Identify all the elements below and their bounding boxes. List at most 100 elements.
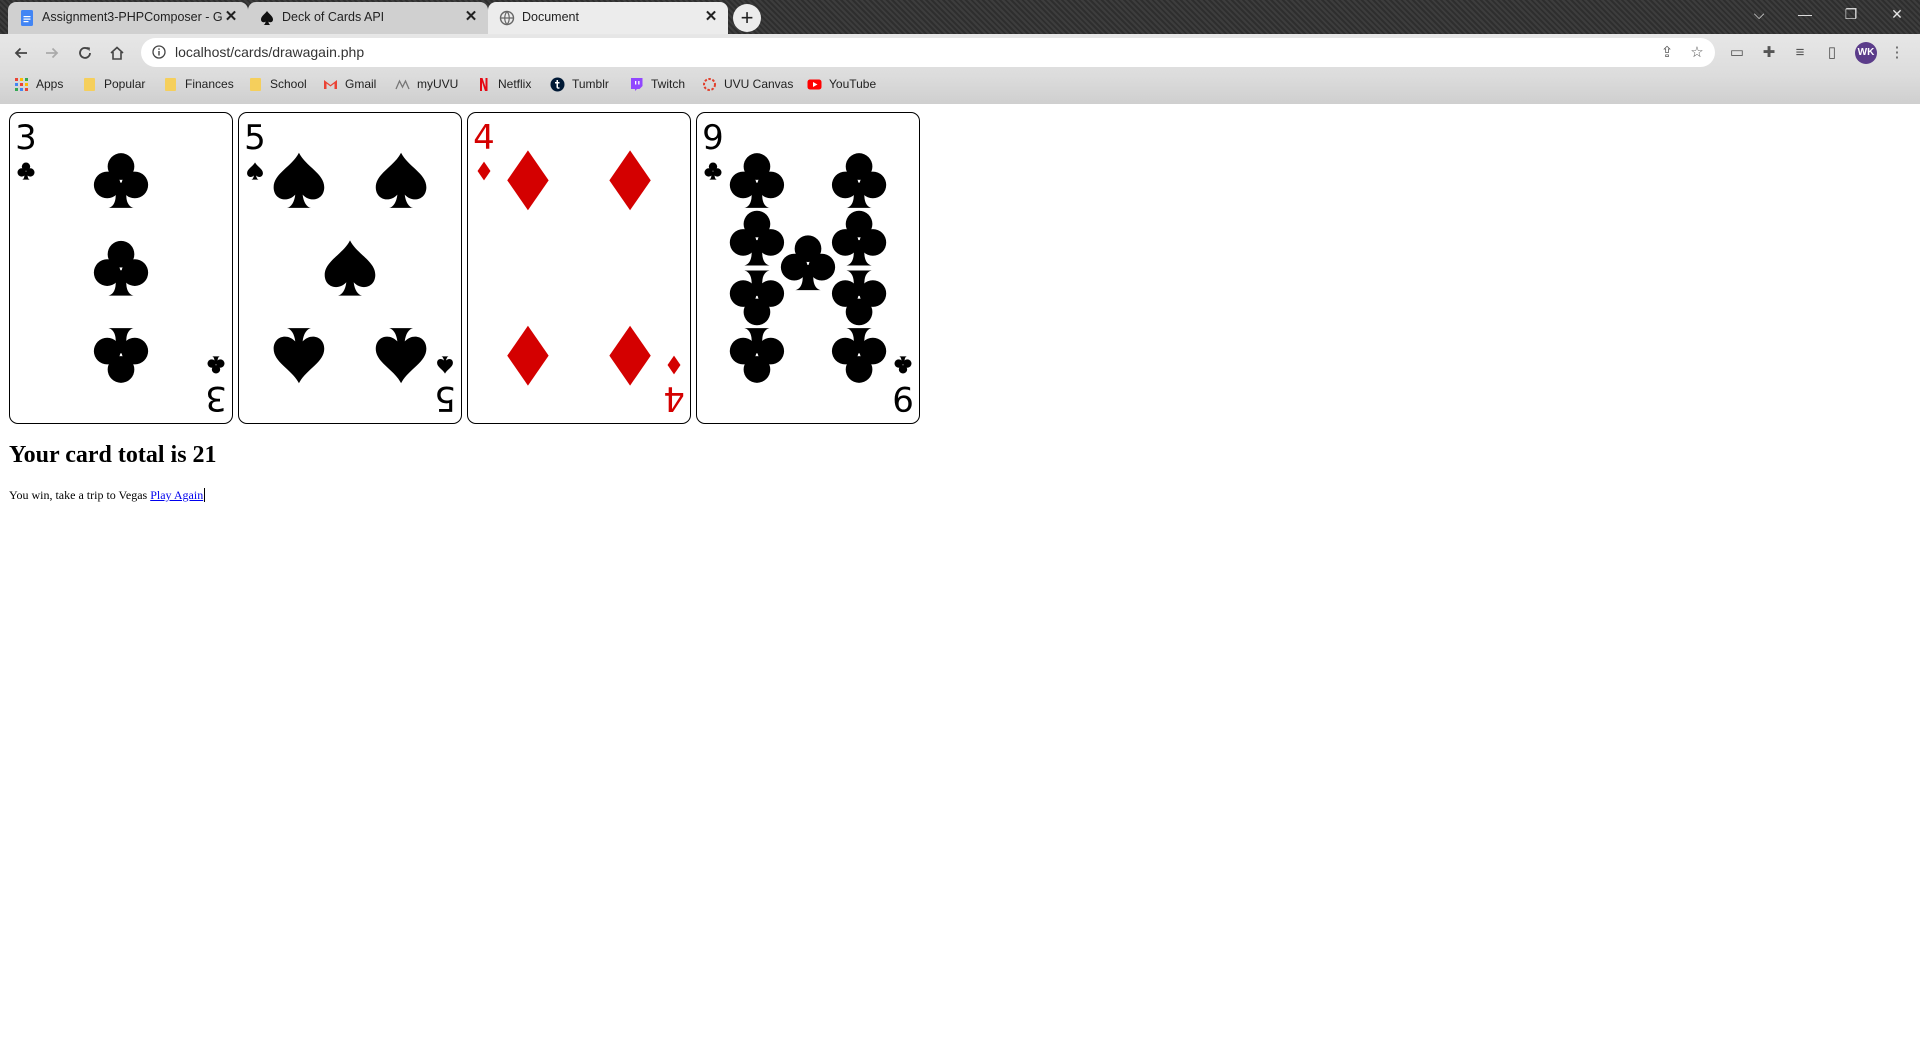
extensions-icon[interactable]: ✚ — [1759, 43, 1779, 63]
card-rank: 5 — [244, 118, 266, 158]
clubs-card-face: 33 — [15, 118, 227, 418]
tab-assignment3[interactable]: Assignment3-PHPComposer - Go ✕ — [8, 2, 248, 34]
restore-button[interactable]: ❐ — [1828, 0, 1874, 30]
netflix-icon — [480, 77, 488, 91]
url-text[interactable]: localhost/cards/drawagain.php — [175, 44, 364, 60]
folder-icon — [84, 77, 95, 91]
close-window-button[interactable]: ✕ — [1874, 0, 1920, 30]
forward-arrow-icon — [46, 47, 59, 59]
bookmark-folder-school[interactable]: School — [248, 74, 307, 94]
share-icon[interactable]: ⇪ — [1658, 44, 1676, 62]
play-again-link[interactable]: Play Again — [150, 488, 206, 502]
tab-document[interactable]: Document ✕ — [488, 2, 728, 34]
tab-deck-of-cards[interactable]: Deck of Cards API ✕ — [248, 2, 488, 34]
playing-card: 99 — [696, 112, 920, 424]
reload-button[interactable] — [72, 40, 98, 66]
clubs-pip — [729, 153, 785, 208]
clubs-pip — [831, 210, 887, 266]
new-tab-button[interactable]: + — [733, 4, 761, 32]
card-total-heading: Your card total is 21 — [9, 442, 217, 468]
win-message-text: You win, take a trip to Vegas — [9, 488, 148, 502]
canvas-icon — [703, 77, 716, 91]
back-button[interactable] — [8, 40, 34, 66]
bookmark-uvu-canvas[interactable]: UVU Canvas — [702, 74, 793, 94]
spades-pip — [375, 328, 427, 384]
bookmark-label: myUVU — [417, 77, 459, 91]
minimize-button[interactable]: — — [1782, 0, 1828, 30]
bookmark-label: UVU Canvas — [724, 77, 794, 91]
card-corner-top: 4 — [473, 118, 495, 181]
cast-icon[interactable]: ▭ — [1727, 43, 1747, 63]
diamonds-card-face: 44 — [473, 118, 685, 418]
card-corner-top: 5 — [244, 118, 266, 180]
clubs-pip — [729, 210, 785, 266]
card-rank: 9 — [892, 378, 914, 418]
clubs-pip — [831, 270, 887, 326]
tumblr-icon — [550, 77, 565, 91]
tab-search-button[interactable]: ⌵ — [1736, 0, 1782, 30]
spades-pip — [324, 240, 376, 296]
folder-icon — [250, 77, 261, 91]
info-icon[interactable] — [152, 45, 166, 59]
bookmark-label: YouTube — [829, 77, 877, 91]
bookmark-label: School — [270, 77, 307, 91]
home-button[interactable] — [104, 40, 130, 66]
bookmark-folder-popular[interactable]: Popular — [82, 74, 145, 94]
side-panel-icon[interactable]: ▯ — [1822, 43, 1842, 63]
clubs-pip — [831, 328, 887, 383]
bookmark-star-icon[interactable]: ☆ — [1688, 44, 1706, 62]
bookmark-gmail[interactable]: Gmail — [323, 74, 376, 94]
clubs-pip — [93, 153, 149, 208]
bookmark-netflix[interactable]: Netflix — [476, 74, 531, 94]
diamonds-pip — [507, 150, 549, 211]
card-rank: 3 — [15, 118, 37, 158]
tab-title: Document — [522, 10, 579, 24]
diamonds-icon — [477, 161, 491, 181]
browser-toolbar: localhost/cards/drawagain.php ⇪ ☆ ▭ ✚ ≡ … — [0, 34, 1920, 104]
spade-icon — [261, 11, 273, 25]
bookmark-apps[interactable]: Apps — [14, 74, 63, 94]
forward-button[interactable] — [39, 40, 65, 66]
spades-icon — [247, 162, 263, 180]
card-corner-top: 3 — [15, 118, 37, 180]
bookmark-myuvu[interactable]: myUVU — [395, 74, 458, 94]
spades-icon — [437, 356, 453, 374]
clubs-icon — [17, 162, 35, 180]
card-corner-top: 9 — [702, 118, 724, 180]
myuvu-icon — [395, 78, 410, 89]
bookmark-label: Netflix — [498, 77, 532, 91]
address-bar[interactable]: localhost/cards/drawagain.php ⇪ ☆ — [141, 38, 1715, 67]
profile-avatar[interactable]: WK — [1855, 42, 1877, 64]
tab-close-button[interactable]: ✕ — [462, 8, 480, 26]
home-icon — [110, 46, 124, 60]
diamonds-icon — [667, 355, 681, 375]
clubs-pip — [93, 240, 149, 296]
twitch-icon — [631, 77, 643, 91]
diamonds-pip — [507, 325, 549, 386]
docs-icon — [21, 10, 33, 26]
tab-close-button[interactable]: ✕ — [222, 8, 240, 26]
apps-grid-icon — [15, 77, 28, 91]
bookmark-tumblr[interactable]: Tumblr — [550, 74, 609, 94]
spades-pip — [375, 152, 427, 208]
page-content: 33 55 44 99 Your card total is 21 You wi… — [0, 104, 1920, 1050]
gmail-icon — [324, 79, 337, 89]
tab-title: Assignment3-PHPComposer - Go — [42, 10, 222, 24]
bookmark-twitch[interactable]: Twitch — [629, 74, 685, 94]
youtube-icon — [807, 79, 822, 89]
card-rank: 4 — [663, 378, 685, 418]
bookmark-folder-finances[interactable]: Finances — [163, 74, 234, 94]
menu-icon[interactable]: ⋮ — [1887, 43, 1907, 63]
globe-icon — [499, 10, 515, 26]
bookmark-label: Finances — [185, 77, 234, 91]
bookmark-label: Gmail — [345, 77, 377, 91]
card-corner-bottom: 9 — [892, 356, 914, 418]
clubs-pip — [729, 328, 785, 383]
spades-card-face: 55 — [244, 118, 456, 418]
bookmark-label: Twitch — [651, 77, 686, 91]
bookmark-youtube[interactable]: YouTube — [807, 74, 876, 94]
reload-icon — [79, 47, 91, 59]
clubs-card-face: 99 — [702, 118, 914, 418]
reading-list-icon[interactable]: ≡ — [1790, 43, 1810, 63]
tab-close-button[interactable]: ✕ — [702, 8, 720, 26]
